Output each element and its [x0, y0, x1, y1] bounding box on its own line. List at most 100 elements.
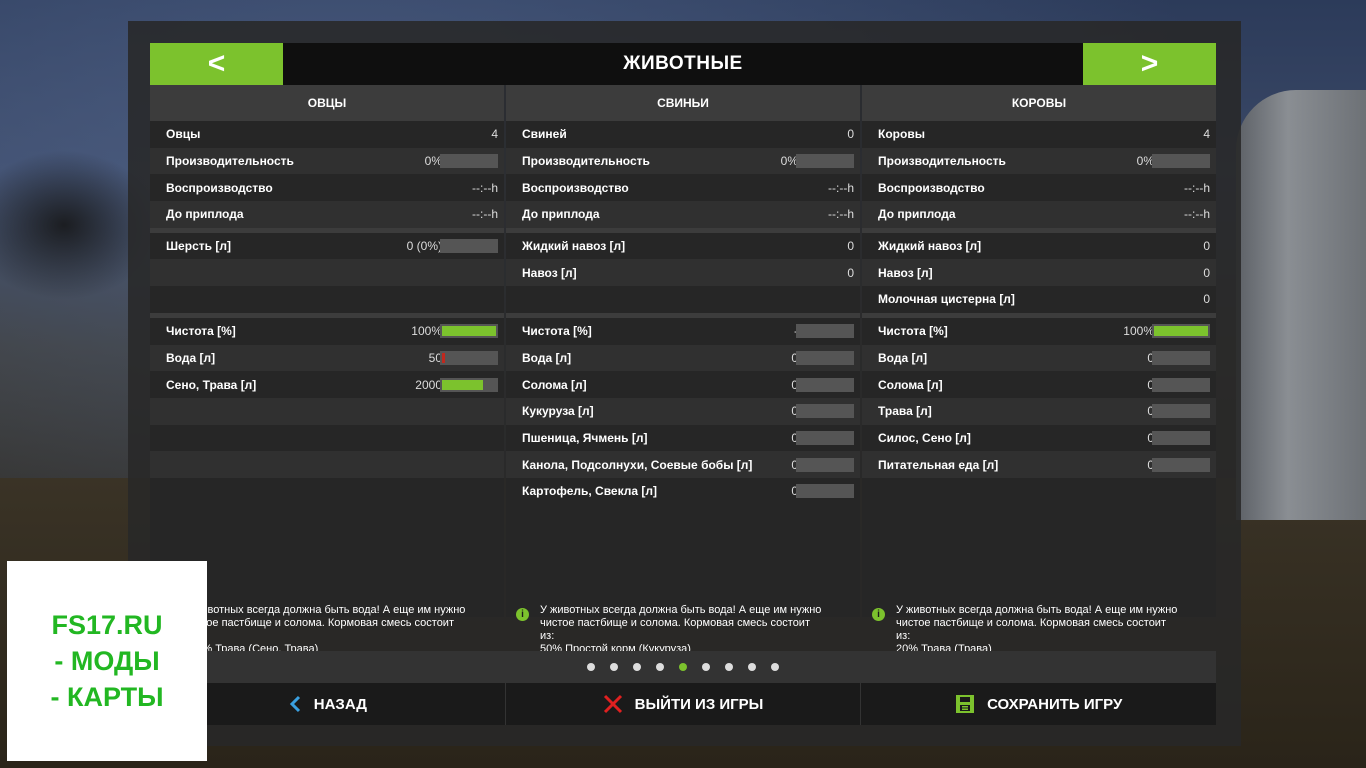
save-game-button[interactable]: СОХРАНИТЬ ИГРУ — [861, 683, 1216, 725]
column-title: КОРОВЫ — [862, 85, 1216, 121]
stat-label: Производительность — [878, 154, 1006, 169]
stat-row: Чистота [%] 100% — [862, 318, 1216, 345]
stat-progress-bar — [796, 404, 854, 419]
stat-progress-bar — [796, 457, 854, 472]
stat-label: Производительность — [522, 154, 650, 169]
stat-row: До приплода --:--h — [862, 201, 1216, 228]
stat-value: --:--h — [828, 180, 854, 195]
stat-label: Вода [л] — [166, 350, 216, 365]
stat-progress-bar — [1152, 154, 1210, 169]
info-line: из: — [184, 630, 504, 643]
stat-value: 0 — [1203, 292, 1210, 307]
stat-row: Вода [л] 0 — [506, 344, 860, 372]
stat-label: Пшеница, Ячмень [л] — [522, 430, 648, 445]
stat-value: --:--h — [1184, 180, 1210, 195]
stat-label: Жидкий навоз [л] — [522, 239, 626, 254]
stat-row — [150, 397, 504, 425]
watermark-line: - МОДЫ — [54, 646, 160, 676]
stat-progress-bar — [1152, 324, 1210, 339]
page-dot[interactable] — [610, 663, 618, 671]
stat-label: До приплода — [878, 207, 956, 222]
stat-value: 4 — [491, 127, 498, 142]
stat-label: Чистота [%] — [878, 324, 948, 339]
stat-label: Коровы — [878, 127, 925, 142]
stat-row — [150, 478, 504, 505]
stat-value: 0 (0%) — [406, 239, 442, 254]
stat-progress-bar — [1152, 350, 1210, 365]
info-line: чистое пастбище и солома. Кормовая смесь… — [896, 617, 1166, 629]
chevron-left-icon: < — [207, 47, 226, 80]
info-line: чистое пастбище и солома. Кормовая смесь… — [184, 617, 454, 629]
stat-value: 0 — [847, 127, 854, 142]
chevron-left-icon — [289, 695, 300, 713]
page-dot[interactable] — [679, 663, 687, 671]
stat-row: Питательная еда [л] 0 — [862, 451, 1216, 478]
stat-row — [150, 259, 504, 287]
stat-label: Жидкий навоз [л] — [878, 239, 982, 254]
page-title: ЖИВОТНЫЕ — [623, 53, 743, 74]
stat-value: --:--h — [828, 207, 854, 222]
stat-progress-bar — [796, 154, 854, 169]
page-dot[interactable] — [725, 663, 733, 671]
stat-row: Чистота [%] 100% — [150, 318, 504, 345]
stat-row: Пшеница, Ячмень [л] 0 — [506, 425, 860, 452]
stat-row: Производительность 0% — [862, 147, 1216, 175]
stat-row: Силос, Сено [л] 0 — [862, 425, 1216, 452]
footer-bar: НАЗАД ВЫЙТИ ИЗ ИГРЫ СОХРАНИТЬ ИГРУ — [150, 683, 1216, 725]
stat-row: До приплода --:--h — [150, 201, 504, 228]
close-icon — [603, 694, 622, 714]
save-game-label: СОХРАНИТЬ ИГРУ — [987, 695, 1123, 713]
progress-fill — [442, 379, 483, 390]
page-dot[interactable] — [587, 663, 595, 671]
stat-row: Шерсть [л] 0 (0%) — [150, 233, 504, 260]
stat-value: 0 — [847, 239, 854, 254]
header: < ЖИВОТНЫЕ > — [150, 43, 1216, 85]
page-dot[interactable] — [771, 663, 779, 671]
page-dot[interactable] — [633, 663, 641, 671]
stat-label: Молочная цистерна [л] — [878, 292, 1015, 307]
stat-row — [506, 286, 860, 313]
page-indicator — [150, 651, 1216, 683]
stat-value: --:--h — [472, 180, 498, 195]
stat-row: Овцы 4 — [150, 121, 504, 148]
stat-value: --:--h — [1184, 207, 1210, 222]
stat-label: Канола, Подсолнухи, Соевые бобы [л] — [522, 457, 753, 472]
stat-row: Чистота [%]- — [506, 318, 860, 345]
stat-row: Производительность 0% — [150, 147, 504, 175]
stat-label: Производительность — [166, 154, 294, 169]
stat-progress-bar — [440, 377, 498, 392]
page-dot[interactable] — [656, 663, 664, 671]
exit-game-button[interactable]: ВЫЙТИ ИЗ ИГРЫ — [506, 683, 862, 725]
page-dot[interactable] — [748, 663, 756, 671]
stat-progress-bar — [796, 324, 854, 339]
stat-value: 0 — [1203, 265, 1210, 280]
stat-progress-bar — [440, 154, 498, 169]
next-page-button[interactable]: > — [1083, 43, 1216, 85]
stat-label: Воспроизводство — [166, 180, 273, 195]
stat-progress-bar — [1152, 404, 1210, 419]
stat-row: Производительность 0% — [506, 147, 860, 175]
stat-row: Навоз [л] 0 — [862, 259, 1216, 287]
stat-row: Трава [л] 0 — [862, 397, 1216, 425]
exit-game-label: ВЫЙТИ ИЗ ИГРЫ — [634, 695, 764, 713]
info-line: из: — [896, 630, 911, 642]
prev-page-button[interactable]: < — [150, 43, 283, 85]
info-line: У животных всегда должна быть вода! А ещ… — [896, 604, 1178, 616]
stat-progress-bar — [1152, 430, 1210, 445]
page-dot[interactable] — [702, 663, 710, 671]
stat-row: Сено, Трава [л] 2000 — [150, 371, 504, 398]
animal-column: ОВЦЫ Овцы 4 Производительность 0% Воспроизвод… — [150, 85, 504, 655]
stat-label: Трава [л] — [878, 404, 932, 419]
stat-row — [150, 286, 504, 313]
stat-label: Солома [л] — [522, 377, 587, 392]
stat-row: Свиней 0 — [506, 121, 860, 148]
stat-row: Воспроизводство --:--h — [150, 174, 504, 201]
stat-value: 2000 — [415, 377, 442, 392]
stat-label: Навоз [л] — [522, 265, 577, 280]
watermark-line: - КАРТЫ — [50, 682, 164, 712]
back-button-label: НАЗАД — [313, 695, 367, 713]
stat-row: Жидкий навоз [л] 0 — [506, 233, 860, 260]
stat-row: До приплода --:--h — [506, 201, 860, 228]
stat-label: Овцы — [166, 127, 201, 142]
stat-row: Картофель, Свекла [л] 0 — [506, 478, 860, 505]
